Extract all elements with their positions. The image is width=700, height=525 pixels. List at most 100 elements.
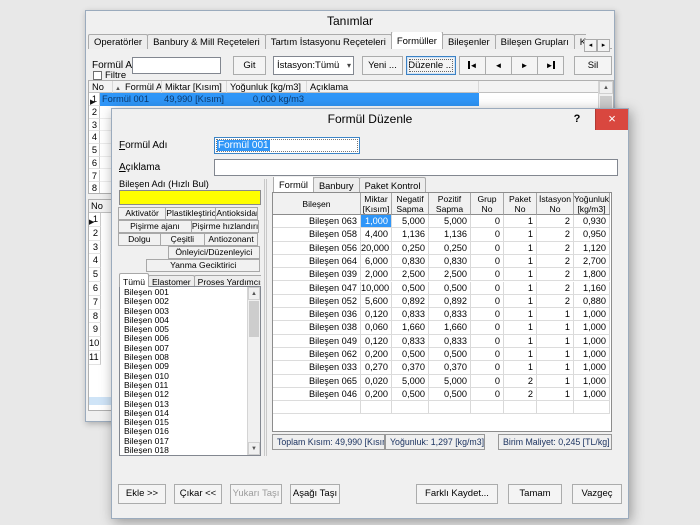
grid-cell[interactable]: 0,500 xyxy=(429,388,471,401)
grid-cell[interactable]: 1 xyxy=(537,335,574,348)
grid-cell[interactable]: 1 xyxy=(504,321,537,334)
formul-components-grid[interactable]: BileşenMiktar[Kısım]NegatifSapma [%]Pozi… xyxy=(272,192,612,432)
grid-cell[interactable]: 0 xyxy=(471,335,504,348)
grid-cell-empty[interactable] xyxy=(471,401,504,414)
grid-cell[interactable]: 2 xyxy=(537,268,574,281)
grid-cell[interactable]: 10,000 xyxy=(361,282,392,295)
grid-cell-empty[interactable] xyxy=(574,401,610,414)
grid-cell[interactable]: Bileşen 038 xyxy=(273,321,361,334)
grid-cell[interactable]: Bileşen 063 xyxy=(273,215,361,228)
grid-cell[interactable]: Bileşen 052 xyxy=(273,295,361,308)
tab-scroll-right-icon[interactable]: ▸ xyxy=(597,39,610,52)
category-button[interactable]: Çeşitli xyxy=(160,233,205,246)
grid-cell[interactable]: Bileşen 049 xyxy=(273,335,361,348)
category-button[interactable]: Aktivatör xyxy=(118,207,166,220)
main-window-titlebar[interactable]: Tanımlar xyxy=(86,11,614,32)
grid-cell[interactable]: 1 xyxy=(504,361,537,374)
grid-cell-empty[interactable] xyxy=(429,401,471,414)
grid-cell[interactable]: 0,500 xyxy=(392,348,429,361)
dialog-formul-adi-input[interactable]: Formül 001 xyxy=(214,137,360,154)
main-tab[interactable]: Operatörler xyxy=(88,34,148,49)
grid-cell[interactable]: 1 xyxy=(504,255,537,268)
close-icon[interactable]: × xyxy=(595,109,628,130)
component-filter-tab[interactable]: Tümü xyxy=(119,273,149,287)
formul-detail-tab[interactable]: Formül xyxy=(273,177,314,192)
grid-cell[interactable]: 1,000 xyxy=(574,335,610,348)
category-button[interactable]: Yanma Geciktirici xyxy=(146,259,260,272)
grid-cell[interactable]: 1,136 xyxy=(392,228,429,241)
grid-cell[interactable]: 0,500 xyxy=(429,282,471,295)
git-button[interactable]: Git xyxy=(233,56,266,75)
filtre-checkbox[interactable] xyxy=(93,71,102,80)
selected-formul-row[interactable]: Formül 00149,990 [Kısım]0,000 kg/m3 xyxy=(100,93,479,106)
grid-cell[interactable]: 2 xyxy=(537,228,574,241)
dialog-aciklama-input[interactable] xyxy=(214,159,618,176)
grid-cell[interactable]: 0,833 xyxy=(392,308,429,321)
grid-column-header[interactable]: Yoğunluk[kg/m3] xyxy=(574,193,610,215)
nav-last-button[interactable]: ► xyxy=(537,56,564,75)
duzenle-button[interactable]: Düzenle ... xyxy=(406,56,456,75)
grid-cell[interactable]: 0,120 xyxy=(361,335,392,348)
grid-cell[interactable]: 0 xyxy=(471,215,504,228)
grid-cell[interactable]: 0,892 xyxy=(392,295,429,308)
grid-cell[interactable]: 1 xyxy=(504,308,537,321)
grid-cell[interactable]: 0,250 xyxy=(392,242,429,255)
grid-cell[interactable]: 1 xyxy=(537,375,574,388)
grid-cell[interactable]: 0,060 xyxy=(361,321,392,334)
main-tab[interactable]: Bileşen Grupları xyxy=(495,34,575,49)
grid-cell[interactable]: 0 xyxy=(471,388,504,401)
grid-cell[interactable]: 5,000 xyxy=(429,375,471,388)
grid-cell[interactable]: 1,800 xyxy=(574,268,610,281)
formul-detail-tab[interactable]: Paket Kontrol xyxy=(359,177,427,192)
scroll-up-icon[interactable]: ▲ xyxy=(599,81,613,94)
grid-cell[interactable]: Bileşen 058 xyxy=(273,228,361,241)
grid-cell[interactable]: 5,000 xyxy=(392,375,429,388)
grid-cell[interactable]: 2,500 xyxy=(392,268,429,281)
grid-cell[interactable]: 2 xyxy=(537,215,574,228)
grid-cell[interactable]: 0,830 xyxy=(429,255,471,268)
asagi-tasi-button[interactable]: Aşağı Taşı xyxy=(290,484,340,504)
grid-column-header[interactable]: Bileşen xyxy=(273,193,361,215)
component-list-item[interactable]: Bileşen 018 xyxy=(121,446,246,454)
grid-cell[interactable]: 0,950 xyxy=(574,228,610,241)
grid-cell[interactable]: 2 xyxy=(537,242,574,255)
grid-cell[interactable]: 1 xyxy=(504,335,537,348)
grid-cell[interactable]: 0 xyxy=(471,295,504,308)
vazgec-button[interactable]: Vazgeç xyxy=(572,484,622,504)
sil-button[interactable]: Sil xyxy=(574,56,612,75)
tamam-button[interactable]: Tamam xyxy=(508,484,562,504)
grid-cell[interactable]: 1 xyxy=(504,268,537,281)
grid-cell[interactable]: 0,930 xyxy=(574,215,610,228)
grid-cell[interactable]: 0 xyxy=(471,255,504,268)
category-button[interactable]: Önleyici/Düzenleyici xyxy=(168,246,260,259)
grid-cell[interactable]: 2 xyxy=(504,388,537,401)
grid-cell[interactable]: 20,000 xyxy=(361,242,392,255)
grid-cell[interactable]: 0,250 xyxy=(429,242,471,255)
category-button[interactable]: Pişirme ajanı xyxy=(118,220,192,233)
main-tab[interactable]: Tartım İstasyonu Reçeteleri xyxy=(265,34,392,49)
grid-cell[interactable]: 1 xyxy=(537,321,574,334)
column-header[interactable]: Açıklama xyxy=(307,81,479,93)
main-tab[interactable]: Formüller xyxy=(391,32,443,49)
grid-cell[interactable]: Bileşen 065 xyxy=(273,375,361,388)
dialog-titlebar[interactable]: Formül Düzenle ? × xyxy=(112,109,628,130)
grid-cell[interactable]: 1 xyxy=(504,228,537,241)
grid-cell[interactable]: 1 xyxy=(504,348,537,361)
grid-cell[interactable]: 0,500 xyxy=(429,348,471,361)
formul-detail-tab[interactable]: Banbury xyxy=(313,177,360,192)
panel-splitter[interactable] xyxy=(264,179,267,456)
grid-cell[interactable]: 1,000 xyxy=(574,388,610,401)
grid-cell[interactable]: Bileşen 056 xyxy=(273,242,361,255)
grid-cell[interactable]: 0 xyxy=(471,375,504,388)
grid-cell[interactable]: 2 xyxy=(537,282,574,295)
grid-cell[interactable]: Bileşen 036 xyxy=(273,308,361,321)
grid-column-header[interactable]: NegatifSapma [%] xyxy=(392,193,429,215)
grid-cell[interactable]: 0,880 xyxy=(574,295,610,308)
grid-column-header[interactable]: PozitifSapma [%] xyxy=(429,193,471,215)
nav-prev-button[interactable]: ◄ xyxy=(485,56,512,75)
grid-cell[interactable]: 0 xyxy=(471,228,504,241)
grid-cell[interactable]: 0,370 xyxy=(392,361,429,374)
category-button[interactable]: Plastikleştirici xyxy=(165,207,216,220)
grid-cell[interactable]: 0,120 xyxy=(361,308,392,321)
grid-cell[interactable]: 1 xyxy=(504,295,537,308)
